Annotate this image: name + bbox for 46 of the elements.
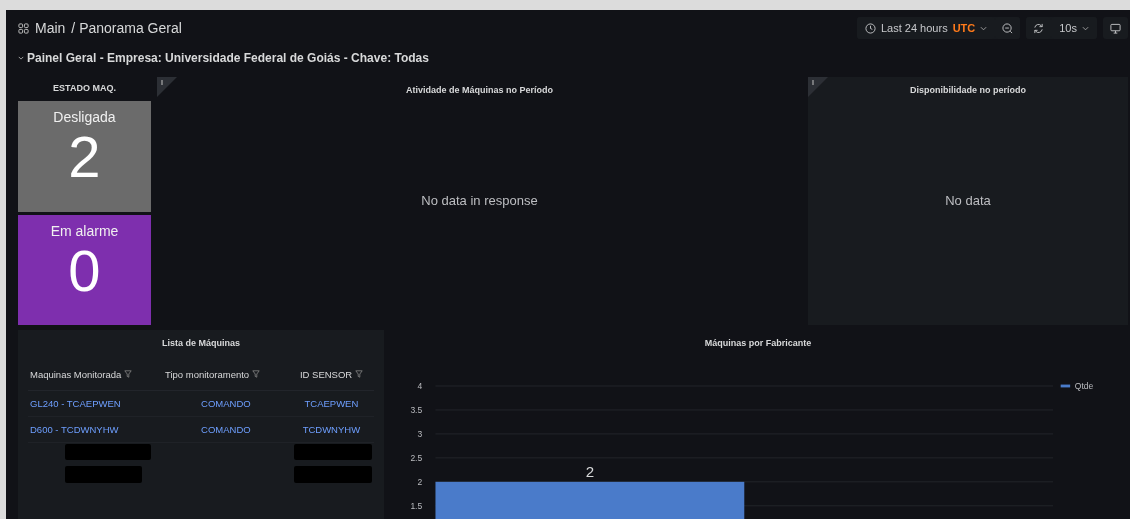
filter-icon[interactable] (354, 370, 363, 378)
legend-label[interactable]: Qtde (1074, 381, 1094, 392)
table-link[interactable]: D600 - TCDWNYHW (30, 424, 119, 435)
axis-tick-label: 3 (417, 429, 423, 439)
table-link[interactable]: TCAEPWEN (304, 398, 359, 409)
table-link[interactable]: COMANDO (201, 424, 251, 435)
legend-swatch (1060, 384, 1071, 388)
panel-title: Lista de Máquinas (161, 337, 241, 350)
column-header[interactable]: ID SENSOR (288, 357, 374, 391)
dashboard-title: / Panorama Geral (71, 20, 182, 36)
table-link[interactable]: TCDWNYHW (302, 424, 361, 435)
panel-title: Máquinas por Fabricante (703, 337, 813, 350)
column-header[interactable]: Tipo monitoramento (163, 357, 289, 391)
row-title[interactable]: Painel Geral - Empresa: Universidade Federal de Goiás - Chave: Todas (27, 51, 429, 65)
filter-icon[interactable] (124, 370, 132, 378)
panel-title: ESTADO MAQ. (52, 82, 117, 95)
stat-value: 2 (68, 125, 101, 189)
axis-tick-label: 3.5 (410, 405, 423, 416)
bar-value-label: 2 (585, 463, 595, 481)
dashboards-icon (18, 22, 29, 34)
stat-label: Em alarme (50, 222, 119, 239)
stat-value: 0 (68, 238, 101, 303)
chevron-down-icon[interactable] (18, 56, 24, 60)
column-header[interactable]: Maquinas Monitorada (28, 357, 163, 391)
info-corner-icon[interactable] (808, 77, 828, 97)
info-corner-icon[interactable] (157, 77, 177, 97)
monitor-icon (1110, 22, 1121, 34)
axis-tick-label: 2.5 (410, 452, 423, 463)
chevron-down-icon (1082, 25, 1089, 31)
refresh-icon (1033, 22, 1045, 34)
axis-tick-label: 2 (417, 476, 423, 487)
clock-icon (865, 22, 876, 34)
table-link[interactable]: COMANDO (201, 398, 251, 409)
stat-label: Desligada (53, 109, 116, 125)
table-link[interactable]: GL240 - TCAEPWEN (30, 398, 121, 409)
tv-mode-button[interactable] (1103, 17, 1128, 39)
zoom-out-icon (1002, 22, 1014, 34)
panel-title: Disponibilidade no período (909, 84, 1027, 97)
filter-icon[interactable] (251, 370, 260, 378)
axis-tick-label: 1.5 (410, 500, 423, 511)
chevron-down-icon (980, 25, 988, 31)
no-data-message: No data (945, 192, 991, 208)
panel-title: Atividade de Máquinas no Período (405, 84, 554, 97)
breadcrumb-link[interactable]: Main (35, 20, 66, 36)
axis-tick-label: 4 (417, 381, 423, 392)
no-data-message: No data in response (421, 192, 538, 208)
